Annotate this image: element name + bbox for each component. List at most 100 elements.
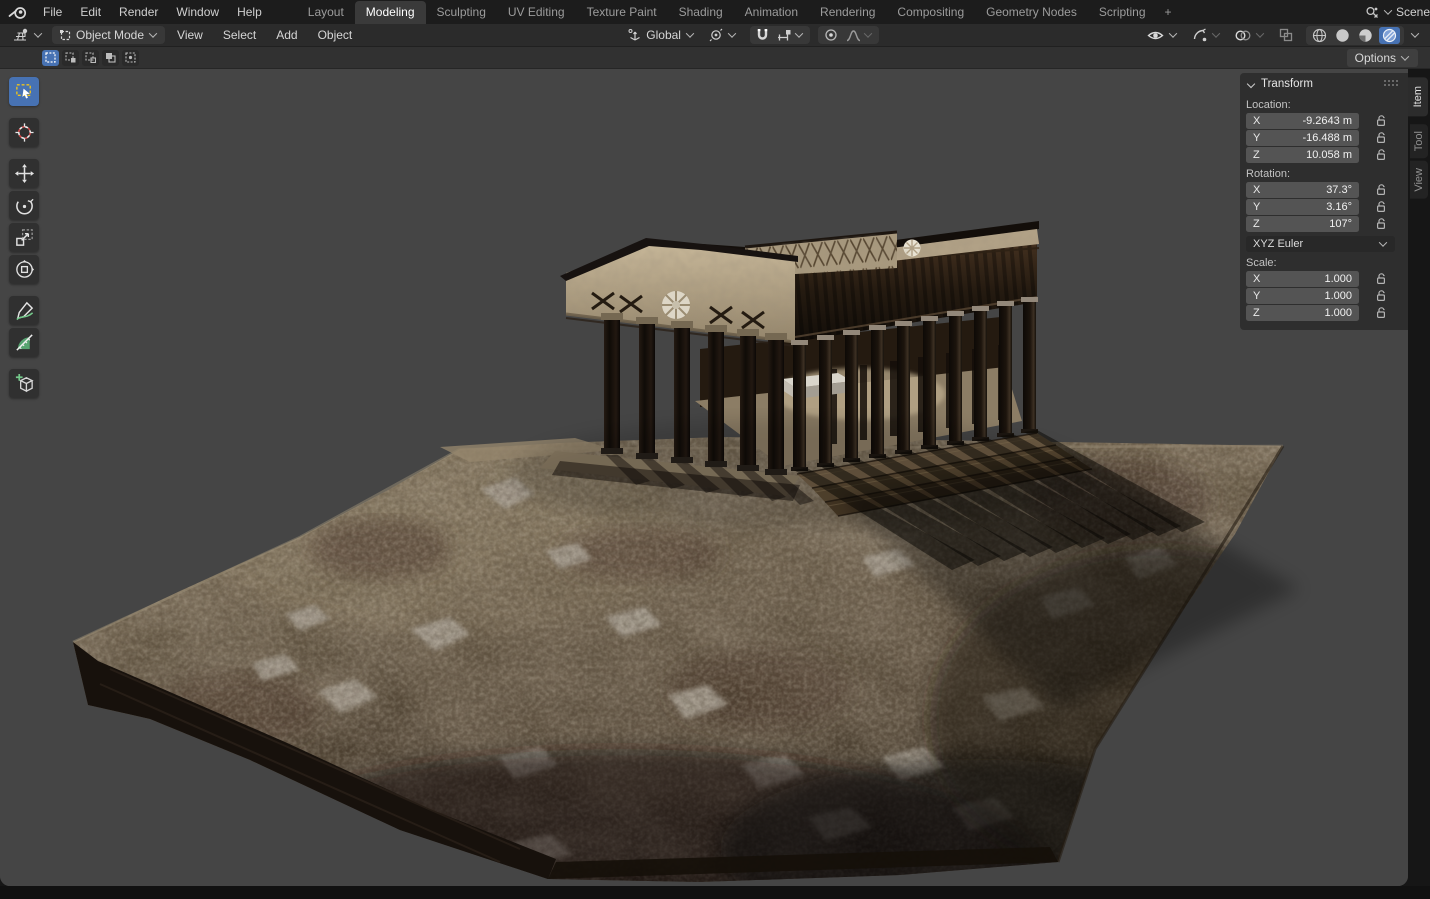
workspace-tab-sculpting[interactable]: Sculpting <box>426 1 497 24</box>
solid-sphere-icon <box>1335 28 1350 43</box>
select-mode-set[interactable] <box>42 50 59 66</box>
menu-add[interactable]: Add <box>268 28 305 42</box>
proportional-falloff-selector[interactable] <box>844 28 875 43</box>
menu-edit[interactable]: Edit <box>71 5 110 19</box>
shading-material-button[interactable] <box>1356 27 1375 44</box>
tool-annotate[interactable] <box>9 296 39 325</box>
rotation-x-field[interactable]: X 37.3° <box>1246 182 1359 198</box>
lock-open-icon[interactable] <box>1359 290 1403 302</box>
panel-title: Transform <box>1261 78 1313 90</box>
select-mode-invert[interactable] <box>102 50 119 66</box>
status-bar <box>0 886 1430 899</box>
workspace-tab-rendering[interactable]: Rendering <box>809 1 886 24</box>
tool-transform[interactable] <box>9 255 39 284</box>
blender-logo-icon[interactable] <box>8 5 28 20</box>
scene-selector[interactable]: Scene <box>1361 5 1430 19</box>
transform-panel: Transform Location: X -9.2643 m Y -16.48… <box>1240 73 1408 330</box>
tool-select-box[interactable] <box>9 77 39 106</box>
panel-collapse-chevron-icon[interactable] <box>1247 80 1255 88</box>
menu-file[interactable]: File <box>34 5 71 19</box>
scale-z-field[interactable]: Z 1.000 <box>1246 305 1359 321</box>
axis-label: X <box>1253 184 1260 196</box>
transform-orientation-selector[interactable]: Global <box>623 27 700 43</box>
sun-medallion-large <box>662 291 690 319</box>
shading-solid-button[interactable] <box>1333 27 1352 44</box>
scene-name: Scene <box>1396 5 1430 19</box>
select-mode-subtract[interactable] <box>82 50 99 66</box>
options-dropdown[interactable]: Options <box>1347 49 1418 67</box>
lock-open-icon[interactable] <box>1359 115 1403 127</box>
shading-rendered-button[interactable] <box>1379 27 1400 44</box>
lock-open-icon[interactable] <box>1359 201 1403 213</box>
pivot-point-selector[interactable] <box>704 27 742 43</box>
location-x-field[interactable]: X -9.2643 m <box>1246 113 1359 129</box>
panel-drag-handle-icon[interactable] <box>1384 80 1400 88</box>
menu-render[interactable]: Render <box>110 5 167 19</box>
workspace-tab-geometry-nodes[interactable]: Geometry Nodes <box>975 1 1088 24</box>
orientation-label: Global <box>646 28 681 42</box>
tool-rotate[interactable] <box>9 191 39 220</box>
proportional-editing-toggle[interactable] <box>822 27 840 43</box>
menu-window[interactable]: Window <box>167 5 228 19</box>
viewport-editor-icon <box>13 28 29 42</box>
lock-open-icon[interactable] <box>1359 218 1403 230</box>
axis-label: Y <box>1253 290 1260 302</box>
add-workspace-button[interactable]: + <box>1157 1 1180 24</box>
snap-toggle[interactable] <box>754 27 771 43</box>
falloff-curve-icon <box>846 29 861 42</box>
scale-y-field[interactable]: Y 1.000 <box>1246 288 1359 304</box>
transform-panel-header[interactable]: Transform <box>1240 73 1408 94</box>
visibility-dropdown[interactable] <box>1142 28 1183 43</box>
tool-add-cube[interactable] <box>9 369 39 398</box>
tool-measure[interactable] <box>9 328 39 357</box>
workspace-tab-layout[interactable]: Layout <box>297 1 355 24</box>
lock-open-icon[interactable] <box>1359 132 1403 144</box>
axis-value: 1.000 <box>1324 273 1352 285</box>
workspace-tab-shading[interactable]: Shading <box>668 1 734 24</box>
scale-x-field[interactable]: X 1.000 <box>1246 271 1359 287</box>
menu-select[interactable]: Select <box>215 28 264 42</box>
chevron-down-icon <box>864 29 872 37</box>
rotation-mode-select[interactable]: XYZ Euler <box>1246 236 1395 252</box>
rotation-y-field[interactable]: Y 3.16° <box>1246 199 1359 215</box>
wireframe-sphere-icon <box>1312 28 1327 43</box>
mode-selector[interactable]: Object Mode <box>52 26 165 44</box>
sidebar-tab-tool[interactable]: Tool <box>1410 124 1428 158</box>
lock-open-icon[interactable] <box>1359 273 1403 285</box>
workspace-tab-uv-editing[interactable]: UV Editing <box>497 1 576 24</box>
chevron-down-icon <box>1256 29 1264 37</box>
editor-type-selector[interactable] <box>8 27 48 43</box>
xray-toggle[interactable] <box>1274 27 1298 43</box>
chevron-down-icon <box>1411 29 1419 37</box>
lock-open-icon[interactable] <box>1359 184 1403 196</box>
snap-target-selector[interactable] <box>775 28 806 43</box>
select-mode-intersect[interactable] <box>122 50 139 66</box>
workspace-tab-compositing[interactable]: Compositing <box>886 1 975 24</box>
chevron-down-icon <box>1401 52 1409 60</box>
select-mode-extend[interactable] <box>62 50 79 66</box>
sidebar-tab-view[interactable]: View <box>1410 161 1428 199</box>
scene-3d[interactable] <box>0 69 1408 886</box>
sidebar-tab-item[interactable]: Item <box>1408 77 1428 116</box>
workspace-tab-scripting[interactable]: Scripting <box>1088 1 1157 24</box>
gizmos-dropdown[interactable] <box>1187 27 1226 43</box>
menu-view[interactable]: View <box>169 28 211 42</box>
lock-open-icon[interactable] <box>1359 307 1403 319</box>
location-label: Location: <box>1246 99 1402 111</box>
rotation-z-field[interactable]: Z 107° <box>1246 216 1359 232</box>
location-y-field[interactable]: Y -16.488 m <box>1246 130 1359 146</box>
workspace-tab-texture-paint[interactable]: Texture Paint <box>576 1 668 24</box>
viewport-canvas[interactable]: Transform Location: X -9.2643 m Y -16.48… <box>0 69 1408 886</box>
tool-cursor[interactable] <box>9 118 39 147</box>
location-z-field[interactable]: Z 10.058 m <box>1246 147 1359 163</box>
tool-scale[interactable] <box>9 223 39 252</box>
menu-object[interactable]: Object <box>310 28 361 42</box>
shading-dropdown[interactable] <box>1408 31 1422 39</box>
workspace-tab-modeling[interactable]: Modeling <box>355 1 426 24</box>
lock-open-icon[interactable] <box>1359 149 1403 161</box>
menu-help[interactable]: Help <box>228 5 271 19</box>
tool-move[interactable] <box>9 159 39 188</box>
overlays-dropdown[interactable] <box>1230 28 1270 43</box>
shading-wireframe-button[interactable] <box>1310 27 1329 44</box>
workspace-tab-animation[interactable]: Animation <box>734 1 809 24</box>
